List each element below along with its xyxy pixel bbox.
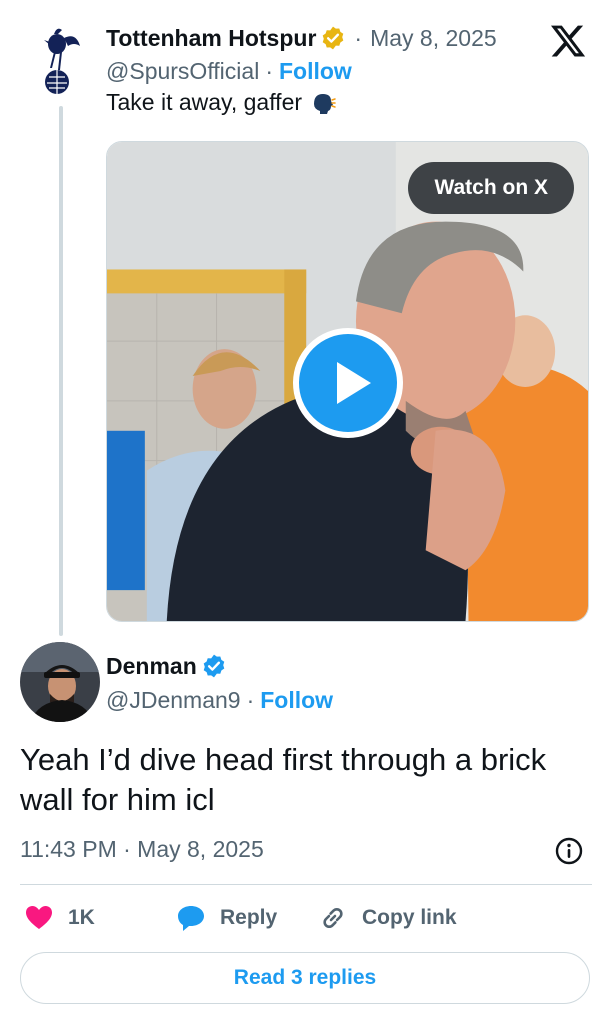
follow-button[interactable]: Follow — [279, 58, 352, 85]
dot-separator: · — [265, 57, 273, 84]
blue-verified-badge-icon — [203, 654, 225, 678]
link-icon — [323, 907, 343, 929]
dot-separator: · — [354, 24, 363, 51]
reply-label: Reply — [220, 906, 278, 929]
avatar[interactable] — [20, 642, 100, 722]
speaking-head-emoji-icon — [314, 93, 336, 114]
watch-on-x-button[interactable]: Watch on X — [408, 162, 574, 214]
author-handle[interactable]: @SpursOfficial — [106, 58, 259, 85]
parent-handle-row: @SpursOfficial · Follow — [106, 56, 352, 86]
x-logo-icon[interactable] — [549, 22, 587, 60]
action-bar: 1K Reply Copy link — [24, 900, 457, 936]
video-player[interactable]: Watch on X — [106, 141, 589, 622]
like-count: 1K — [68, 906, 95, 929]
tweet-date[interactable]: May 8, 2025 — [370, 25, 497, 52]
parent-tweet-text: Take it away, gaffer — [106, 89, 303, 115]
follow-button[interactable]: Follow — [260, 687, 333, 714]
heart-icon — [26, 906, 52, 929]
author-name[interactable]: Denman — [106, 653, 197, 680]
play-icon[interactable] — [293, 328, 403, 438]
reply-tweet-text: Yeah I’d dive head first through a brick… — [20, 742, 547, 817]
parent-tweet-text-row: Take it away, gaffer — [106, 89, 336, 116]
tweet-timestamp[interactable]: 11:43 PM · May 8, 2025 — [20, 836, 264, 863]
author-name[interactable]: Tottenham Hotspur — [106, 25, 316, 52]
reply-handle-row: @JDenman9 · Follow — [106, 685, 333, 715]
like-button[interactable]: 1K — [24, 903, 176, 933]
thread-connector — [59, 106, 63, 636]
info-icon[interactable] — [554, 836, 584, 866]
parent-tweet-header: Tottenham Hotspur · May 8, 2025 — [106, 22, 497, 54]
copy-link-label: Copy link — [362, 906, 457, 929]
gold-verified-badge-icon — [323, 26, 344, 50]
reply-bubble-icon — [178, 906, 204, 931]
reply-button[interactable]: Reply — [176, 903, 318, 933]
author-handle[interactable]: @JDenman9 — [106, 687, 241, 714]
reply-tweet-header: Denman — [106, 650, 227, 682]
read-replies-button[interactable]: Read 3 replies — [20, 952, 590, 1004]
divider — [20, 884, 592, 885]
spurs-crest-icon[interactable] — [24, 22, 94, 100]
dot-separator: · — [246, 686, 255, 713]
copy-link-button[interactable]: Copy link — [318, 903, 457, 933]
